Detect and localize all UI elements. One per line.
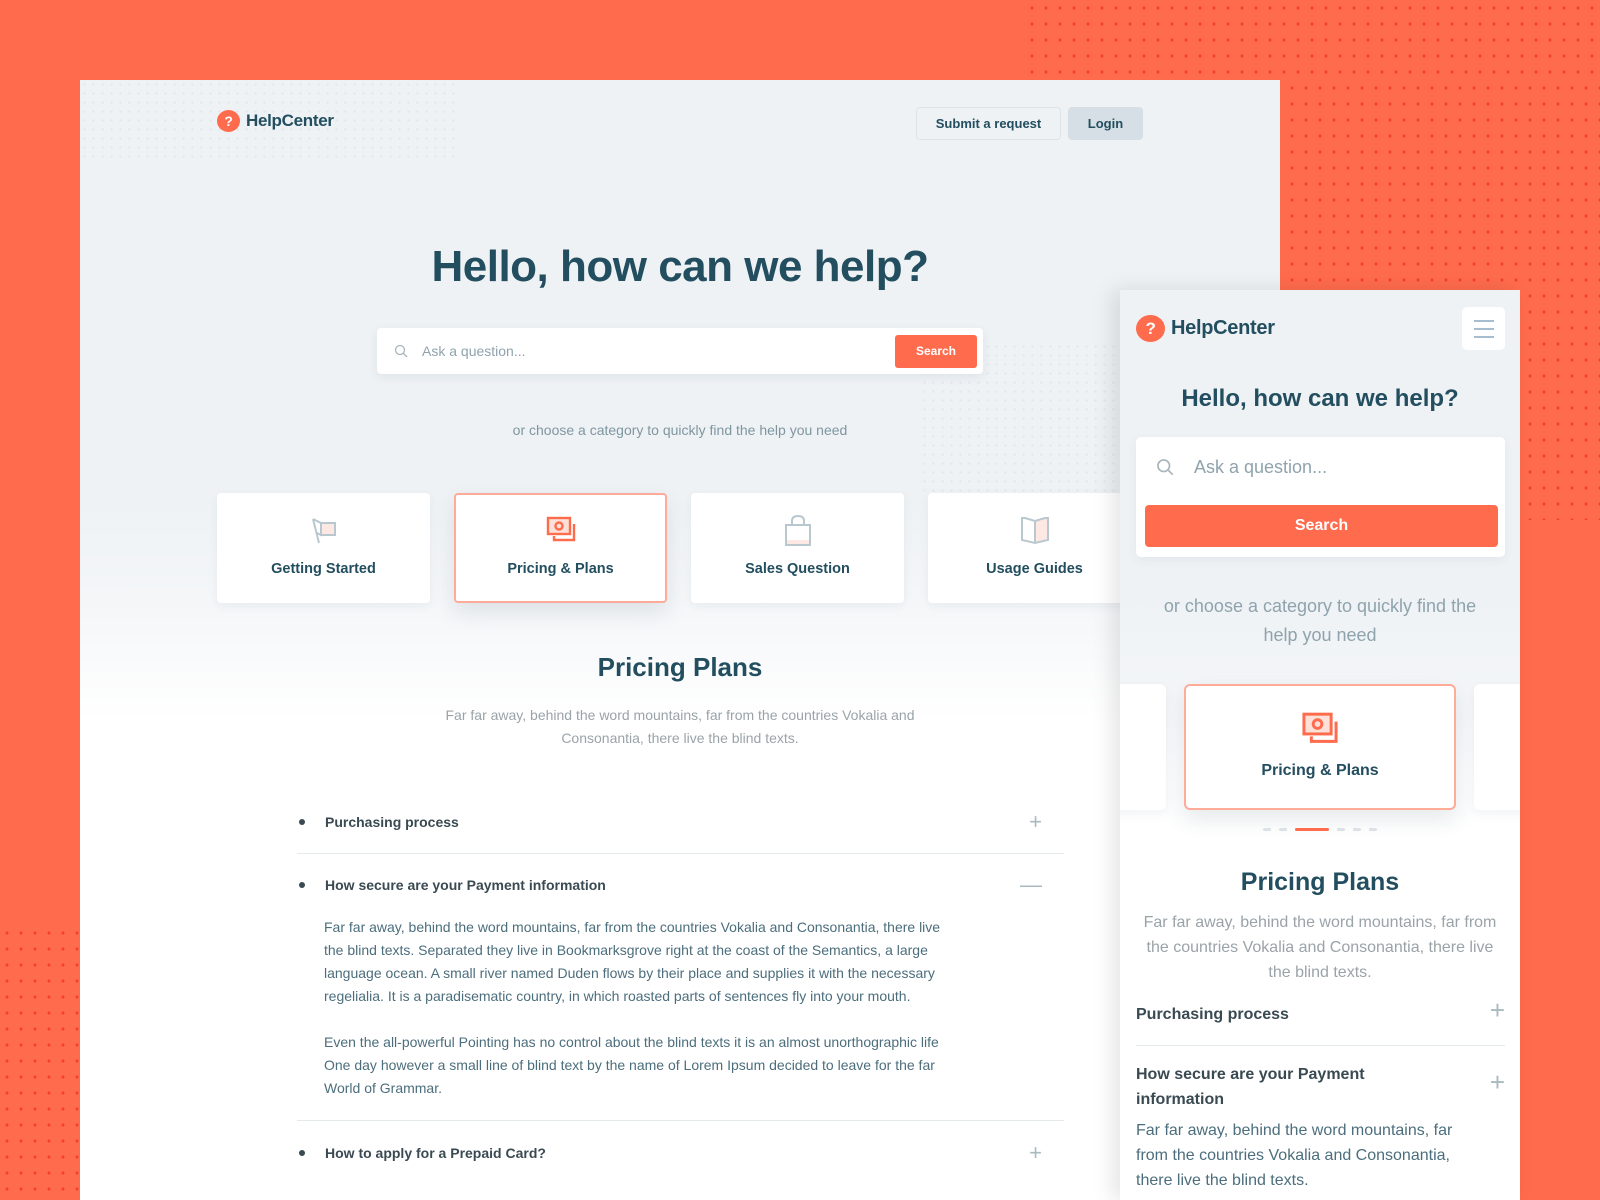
open-book-icon (1020, 517, 1049, 545)
category-label: Pricing & Plans (507, 561, 614, 577)
section-subtitle: Far far away, behind the word mountains,… (445, 707, 915, 746)
search-bar: Search (1136, 437, 1505, 557)
question-mark-icon: ? (1136, 315, 1165, 342)
search-icon (1157, 459, 1174, 476)
bullet-icon (299, 818, 305, 825)
category-hint: or choose a category to quickly find the… (512, 422, 848, 438)
question-mark-icon: ? (217, 110, 240, 132)
faq-question[interactable]: Purchasing process + (297, 790, 1064, 853)
faq-question[interactable]: How secure are your Payment information … (297, 854, 1064, 916)
hamburger-menu-icon[interactable] (1462, 307, 1505, 350)
faq-question-text: How to apply for a Prepaid Card? (325, 1144, 546, 1161)
faq-question-text: Purchasing process (1136, 1006, 1289, 1023)
category-card-pricing-plans[interactable]: Pricing & Plans (454, 493, 667, 603)
faq-answer-paragraph: Even the all-powerful Pointing has no co… (324, 1034, 939, 1096)
carousel-dot[interactable] (1279, 828, 1287, 831)
plus-icon[interactable]: + (1029, 809, 1042, 835)
logo[interactable]: ? HelpCenter (1136, 315, 1275, 342)
category-card-pricing-plans[interactable]: Pricing & Plans (1184, 684, 1456, 810)
faq-item[interactable]: How secure are your Payment information … (1136, 1046, 1505, 1193)
carousel-dot[interactable] (1263, 828, 1271, 831)
money-bills-icon (546, 516, 575, 542)
carousel-dot[interactable] (1337, 828, 1345, 831)
faq-question[interactable]: Purchasing process + (1136, 990, 1505, 1045)
carousel-dot[interactable] (1369, 828, 1377, 831)
faq-item[interactable]: Purchasing process + (297, 790, 1064, 854)
logo[interactable]: ? HelpCenter (217, 110, 334, 132)
background-dot-pattern (1025, 0, 1600, 80)
flag-icon (311, 518, 336, 544)
faq-item[interactable]: How secure are your Payment information … (297, 854, 1064, 1121)
faq-question-text: How secure are your Payment information (325, 877, 606, 893)
category-card-previous[interactable] (1120, 684, 1166, 810)
category-card-sales-question[interactable]: Sales Question (691, 493, 904, 603)
section-title: Pricing Plans (597, 652, 763, 682)
minus-icon[interactable]: — (1020, 872, 1042, 898)
faq-question-text: Purchasing process (325, 813, 459, 830)
plus-icon[interactable]: + (1490, 1069, 1505, 1095)
search-bar: Search (377, 328, 983, 374)
faq-question[interactable]: How to apply for a Prepaid Card? + (297, 1121, 1064, 1184)
faq-answer: Far far away, behind the word mountains,… (1136, 1122, 1453, 1189)
carousel-dot[interactable] (1353, 828, 1361, 831)
bullet-icon (299, 882, 305, 888)
mobile-page: ? HelpCenter Hello, how can we help? Sea… (1120, 290, 1520, 1200)
money-bills-icon (1302, 712, 1338, 743)
search-button[interactable]: Search (895, 334, 977, 368)
section-subtitle: Far far away, behind the word mountains,… (1143, 914, 1497, 981)
category-label: Getting Started (271, 561, 376, 577)
background-dot-pattern (0, 925, 80, 1200)
submit-request-button[interactable]: Submit a request (916, 107, 1061, 140)
faq-question-text: How secure are your Payment information (1136, 1066, 1365, 1108)
carousel-dot-active[interactable] (1295, 828, 1329, 831)
logo-text: HelpCenter (1171, 317, 1275, 339)
logo-text: HelpCenter (246, 111, 334, 130)
faq-answer-paragraph: Far far away, behind the word mountains,… (324, 919, 941, 1004)
plus-icon[interactable]: + (1029, 1140, 1042, 1166)
faq-item[interactable]: Purchasing process + (1136, 990, 1505, 1046)
faq-list: Purchasing process + How secure are your… (1136, 990, 1505, 1193)
faq-answer: Far far away, behind the word mountains,… (297, 916, 1064, 1120)
faq-item[interactable]: How to apply for a Prepaid Card? + (297, 1121, 1064, 1184)
plus-icon[interactable]: + (1490, 997, 1505, 1023)
search-input[interactable] (1194, 456, 1505, 478)
category-cards: Getting Started Pricing & Plans Sales Qu… (217, 493, 1141, 603)
category-label: Usage Guides (986, 561, 1083, 577)
search-icon (394, 344, 408, 358)
shopping-bag-icon (784, 514, 811, 546)
login-button[interactable]: Login (1068, 107, 1143, 140)
faq-question[interactable]: How secure are your Payment information … (1136, 1046, 1505, 1118)
hero-title: Hello, how can we help? (431, 242, 929, 291)
category-hint: or choose a category to quickly find the… (1163, 596, 1477, 645)
desktop-page: ? HelpCenter Submit a request Login Hell… (80, 80, 1280, 1200)
category-card-usage-guides[interactable]: Usage Guides (928, 493, 1141, 603)
category-card-getting-started[interactable]: Getting Started (217, 493, 430, 603)
section-title: Pricing Plans (1240, 868, 1400, 896)
category-card-next[interactable] (1474, 684, 1520, 810)
search-button[interactable]: Search (1145, 505, 1498, 547)
category-label: Pricing & Plans (1261, 762, 1379, 779)
hero-title: Hello, how can we help? (1181, 385, 1459, 412)
category-label: Sales Question (745, 561, 850, 577)
faq-list: Purchasing process + How secure are your… (297, 790, 1064, 1184)
carousel-pagination (1120, 828, 1520, 831)
bullet-icon (299, 1149, 305, 1156)
search-input[interactable] (422, 343, 895, 359)
